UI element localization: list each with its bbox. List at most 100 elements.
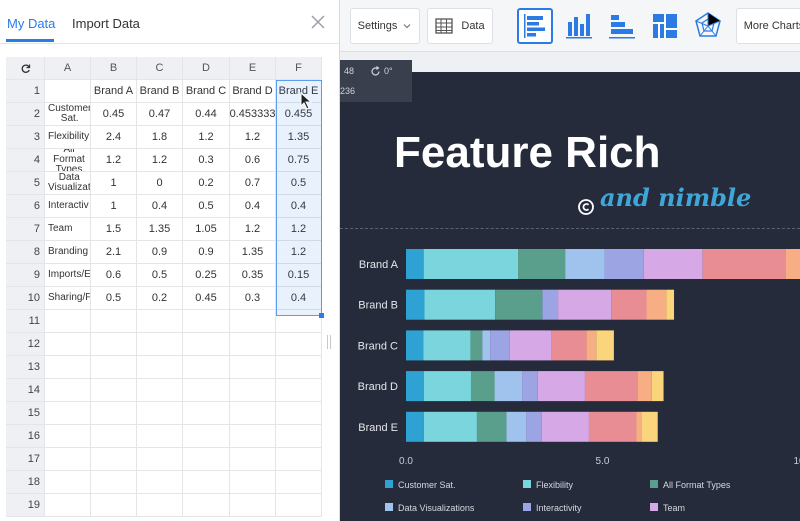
table-cell[interactable]: 0.5 <box>137 264 183 287</box>
table-cell[interactable] <box>137 494 183 517</box>
bar-segment[interactable] <box>482 330 491 361</box>
table-cell[interactable]: 0.75 <box>276 149 322 172</box>
legend-swatch[interactable] <box>523 503 531 511</box>
table-cell[interactable]: 2.4 <box>91 126 137 149</box>
bar-segment[interactable] <box>666 289 675 320</box>
table-cell[interactable] <box>45 80 91 103</box>
series-header-cell[interactable]: Brand A <box>91 80 137 103</box>
column-header-d[interactable]: D <box>183 57 230 80</box>
table-cell[interactable]: 1.2 <box>276 241 322 264</box>
table-cell[interactable]: 0.7 <box>230 172 276 195</box>
table-cell[interactable]: 1.2 <box>276 218 322 241</box>
row-header[interactable]: 7 <box>6 218 45 241</box>
data-button[interactable]: Data <box>427 8 493 44</box>
refresh-icon[interactable] <box>20 63 31 74</box>
bar-segment[interactable] <box>522 371 538 402</box>
row-header[interactable]: 8 <box>6 241 45 264</box>
bar-segment[interactable] <box>470 371 495 402</box>
table-cell[interactable] <box>45 379 91 402</box>
bar-segment[interactable] <box>423 371 471 402</box>
table-cell[interactable] <box>45 333 91 356</box>
table-cell[interactable]: 1 <box>91 172 137 195</box>
table-cell[interactable]: 0.2 <box>137 287 183 310</box>
row-header[interactable]: 14 <box>6 379 45 402</box>
table-cell[interactable] <box>276 494 322 517</box>
row-header[interactable]: 18 <box>6 471 45 494</box>
row-header[interactable]: 13 <box>6 356 45 379</box>
table-cell[interactable] <box>137 356 183 379</box>
bar-segment[interactable] <box>541 411 589 442</box>
bar-segment[interactable] <box>406 371 424 402</box>
table-cell[interactable]: 0.9 <box>183 241 230 264</box>
table-cell[interactable] <box>230 356 276 379</box>
table-cell[interactable] <box>276 310 322 333</box>
legend-swatch[interactable] <box>385 503 393 511</box>
table-cell[interactable] <box>230 471 276 494</box>
bar-segment[interactable] <box>604 249 644 279</box>
table-cell[interactable] <box>183 448 230 471</box>
table-cell[interactable]: 0.45 <box>91 103 137 126</box>
table-cell[interactable]: 1 <box>91 195 137 218</box>
table-cell[interactable] <box>276 471 322 494</box>
table-cell[interactable] <box>183 310 230 333</box>
category-label[interactable]: Brand A <box>359 259 399 271</box>
bar-segment[interactable] <box>537 371 585 402</box>
table-cell[interactable] <box>230 310 276 333</box>
bar-segment[interactable] <box>518 249 566 279</box>
row-header[interactable]: 5 <box>6 172 45 195</box>
table-cell[interactable] <box>45 356 91 379</box>
bar-segment[interactable] <box>611 289 647 320</box>
table-cell[interactable] <box>183 425 230 448</box>
category-label-cell[interactable]: Flexibility <box>45 126 91 149</box>
row-header[interactable]: 17 <box>6 448 45 471</box>
table-cell[interactable] <box>137 471 183 494</box>
table-cell[interactable]: 0.4 <box>276 287 322 310</box>
bar-segment[interactable] <box>406 249 424 279</box>
column-header-e[interactable]: E <box>230 57 276 80</box>
table-cell[interactable]: 0.6 <box>91 264 137 287</box>
chart-title[interactable]: Feature Rich <box>394 128 661 178</box>
table-cell[interactable] <box>276 356 322 379</box>
table-cell[interactable] <box>276 379 322 402</box>
legend-label[interactable]: Flexibility <box>536 480 574 490</box>
bar-segment[interactable] <box>495 289 543 320</box>
bar-segment[interactable] <box>558 289 612 320</box>
category-label-cell[interactable]: Team <box>45 218 91 241</box>
table-cell[interactable]: 1.2 <box>91 149 137 172</box>
table-cell[interactable]: 1.35 <box>137 218 183 241</box>
column-header-b[interactable]: B <box>91 57 137 80</box>
table-cell[interactable] <box>45 425 91 448</box>
column-header-c[interactable]: C <box>137 57 183 80</box>
x-tick-label[interactable]: 10 <box>793 456 800 467</box>
row-header[interactable]: 19 <box>6 494 45 517</box>
bar-segment[interactable] <box>641 411 658 442</box>
legend-swatch[interactable] <box>650 480 658 488</box>
table-cell[interactable] <box>137 448 183 471</box>
table-cell[interactable] <box>276 448 322 471</box>
category-label[interactable]: Brand C <box>358 340 398 352</box>
legend-label[interactable]: Data Visualizations <box>398 503 475 513</box>
bar-segment[interactable] <box>424 289 496 320</box>
table-cell[interactable]: 1.2 <box>230 218 276 241</box>
series-header-cell[interactable]: Brand C <box>183 80 230 103</box>
table-cell[interactable] <box>230 494 276 517</box>
series-header-cell[interactable]: Brand E <box>276 80 322 103</box>
bar-segment[interactable] <box>423 411 477 442</box>
horizontal-bar-chart-button[interactable] <box>517 8 553 44</box>
row-header[interactable]: 2 <box>6 103 45 126</box>
table-cell[interactable]: 0.44 <box>183 103 230 126</box>
table-cell[interactable] <box>137 402 183 425</box>
table-cell[interactable] <box>230 379 276 402</box>
vertical-bar-chart-button[interactable] <box>561 8 597 44</box>
bar-segment[interactable] <box>542 289 559 320</box>
table-cell[interactable] <box>91 356 137 379</box>
bar-segment[interactable] <box>584 371 639 402</box>
table-cell[interactable] <box>183 333 230 356</box>
bar-segment[interactable] <box>586 330 597 361</box>
table-cell[interactable] <box>91 471 137 494</box>
table-cell[interactable]: 1.5 <box>91 218 137 241</box>
legend-swatch[interactable] <box>650 503 658 511</box>
table-cell[interactable] <box>45 310 91 333</box>
row-header[interactable]: 9 <box>6 264 45 287</box>
bar-segment[interactable] <box>406 330 424 361</box>
